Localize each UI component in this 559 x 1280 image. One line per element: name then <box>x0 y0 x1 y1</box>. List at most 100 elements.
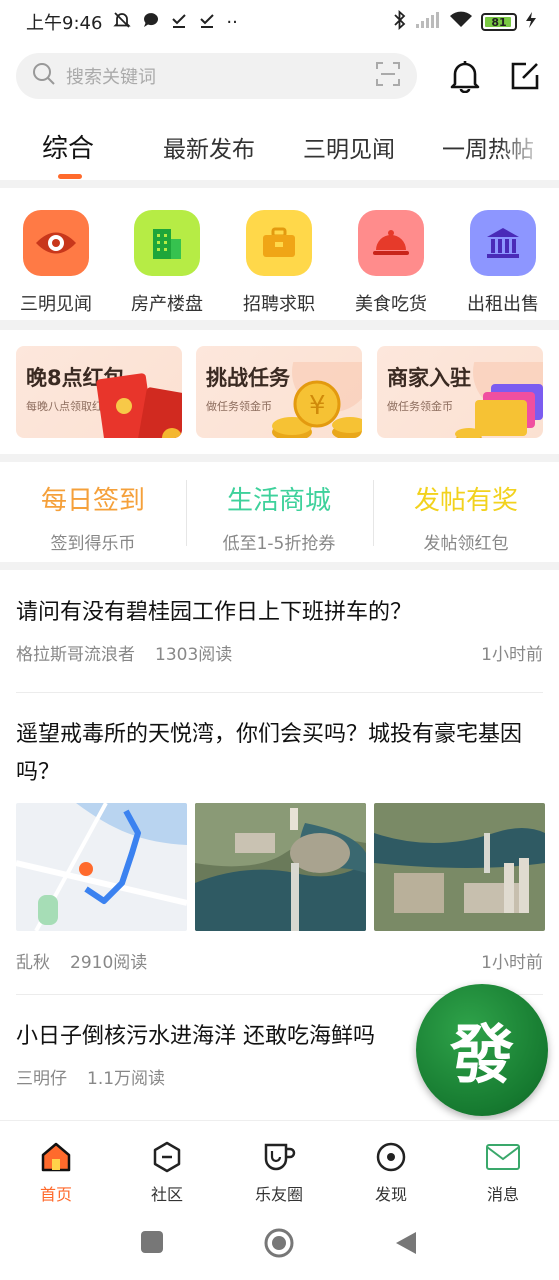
food-cloche-icon <box>358 210 424 276</box>
cards-icon <box>455 362 543 438</box>
bluetooth-icon <box>393 9 407 35</box>
category-jobs[interactable]: 招聘求职 <box>229 210 329 316</box>
cup-icon <box>229 1139 329 1175</box>
action-title: 每日签到 <box>40 486 145 516</box>
scan-icon[interactable] <box>375 61 401 92</box>
life-mall-button[interactable]: 生活商城 低至1-5折抢券 <box>186 480 372 554</box>
nav-label: 首页 <box>39 1185 72 1204</box>
search-icon <box>32 62 56 91</box>
promo-challenge-task[interactable]: 挑战任务 做任务领金币 ¥ <box>196 346 362 438</box>
category-label: 房产楼盘 <box>131 294 203 315</box>
post-image-gallery <box>16 803 545 931</box>
post-meta: 乱秋 2910阅读 1小时前 <box>16 948 543 973</box>
aerial-photo-thumbnail[interactable] <box>195 803 366 931</box>
tab-sanming-news[interactable]: 三明见闻 <box>303 130 395 164</box>
notification-bell-icon[interactable] <box>447 58 483 94</box>
edit-post-icon[interactable] <box>507 58 543 94</box>
action-subtitle: 发帖领红包 <box>423 534 509 554</box>
category-sanming-news[interactable]: 三明见闻 <box>6 210 106 316</box>
action-subtitle: 低至1-5折抢券 <box>222 534 336 554</box>
promo-cards: 晚8点红包 每晚八点领取红包 挑战任务 做任务领金币 ¥ 商家入驻 做任务领金币 <box>0 330 559 454</box>
list-item[interactable]: 遥望戒毒所的天悦湾，你们会买吗？城投有豪宅基因吗？ <box>16 716 543 792</box>
promo-red-packet[interactable]: 晚8点红包 每晚八点领取红包 <box>16 346 182 438</box>
wifi-icon <box>449 11 473 34</box>
post-title: 遥望戒毒所的天悦湾，你们会买吗？城投有豪宅基因吗？ <box>16 722 523 785</box>
tab-general[interactable]: 综合 <box>42 128 94 165</box>
quick-actions: 每日签到 签到得乐币 生活商城 低至1-5折抢券 发帖有奖 发帖领红包 <box>0 462 559 562</box>
post-time: 1小时前 <box>481 953 543 973</box>
search-placeholder: 搜索关键词 <box>66 67 156 88</box>
nav-messages[interactable]: 消息 <box>453 1139 553 1205</box>
category-food[interactable]: 美食吃货 <box>341 210 441 316</box>
nav-label: 发现 <box>374 1185 407 1204</box>
active-tab-indicator <box>58 174 82 179</box>
post-author[interactable]: 三明仔 <box>16 1064 67 1089</box>
category-real-estate[interactable]: 房产楼盘 <box>117 210 217 316</box>
gold-coins-icon: ¥ <box>272 362 362 438</box>
bottom-navigation: 首页 社区 乐友圈 发现 消息 <box>0 1120 559 1212</box>
download-done-icon <box>198 11 216 34</box>
category-label: 美食吃货 <box>355 294 427 315</box>
briefcase-icon <box>246 210 312 276</box>
nav-label: 消息 <box>486 1185 519 1204</box>
aerial-photo-thumbnail[interactable] <box>374 803 545 931</box>
post-read-count: 1.1万阅读 <box>87 1069 166 1089</box>
action-title: 生活商城 <box>226 486 331 516</box>
category-rent-sale[interactable]: 出租出售 <box>453 210 553 316</box>
nav-friends-circle[interactable]: 乐友圈 <box>229 1139 329 1205</box>
mute-bell-icon <box>112 10 132 35</box>
status-bar: 上午9:46 ·· 81 <box>0 0 559 44</box>
eye-icon <box>23 210 89 276</box>
category-label: 招聘求职 <box>243 294 315 315</box>
promo-merchant-join[interactable]: 商家入驻 做任务领金币 <box>377 346 543 438</box>
category-grid: 三明见闻 房产楼盘 招聘求职 美食吃货 出租出售 <box>0 188 559 320</box>
category-label: 三明见闻 <box>20 294 92 315</box>
back-button[interactable] <box>394 1230 418 1260</box>
post-reward-button[interactable]: 发帖有奖 发帖领红包 <box>373 480 559 554</box>
discover-icon <box>341 1139 441 1175</box>
post-title: 请问有没有碧桂园工作日上下班拼车的？ <box>16 600 413 625</box>
download-done-icon <box>170 11 188 34</box>
divider <box>16 692 543 693</box>
mail-icon <box>453 1139 553 1175</box>
publish-label: 發 <box>450 1018 514 1093</box>
red-envelope-icon <box>96 373 182 438</box>
battery-level: 81 <box>491 15 507 29</box>
post-time: 1小时前 <box>481 645 543 665</box>
search-input[interactable]: 搜索关键词 <box>16 53 418 99</box>
list-item[interactable]: 请问有没有碧桂园工作日上下班拼车的？ 格拉斯哥流浪者 1303阅读 1小时前 <box>16 594 543 665</box>
publish-post-button[interactable]: 發 <box>416 984 548 1116</box>
post-read-count: 2910阅读 <box>70 953 148 973</box>
nav-label: 乐友圈 <box>254 1185 303 1204</box>
post-author[interactable]: 乱秋 <box>16 948 50 973</box>
home-button[interactable] <box>263 1227 295 1263</box>
battery-icon: 81 <box>481 13 517 31</box>
category-label: 出租出售 <box>467 294 539 315</box>
nav-label: 社区 <box>150 1185 183 1204</box>
status-more: ·· <box>226 11 238 33</box>
svg-text:¥: ¥ <box>309 391 326 421</box>
top-header: 搜索关键词 <box>0 44 559 108</box>
post-read-count: 1303阅读 <box>155 645 233 665</box>
home-icon <box>6 1139 106 1175</box>
chat-bubble-icon <box>142 11 160 34</box>
building-icon <box>134 210 200 276</box>
action-title: 发帖有奖 <box>413 486 518 516</box>
action-subtitle: 签到得乐币 <box>50 534 136 554</box>
tab-fade <box>499 108 559 180</box>
map-thumbnail[interactable] <box>16 803 187 931</box>
nav-home[interactable]: 首页 <box>6 1139 106 1205</box>
status-time: 上午9:46 <box>26 13 103 34</box>
tab-latest[interactable]: 最新发布 <box>163 130 255 164</box>
nav-discover[interactable]: 发现 <box>341 1139 441 1205</box>
post-author[interactable]: 格拉斯哥流浪者 <box>16 640 135 665</box>
nav-community[interactable]: 社区 <box>117 1139 217 1205</box>
signal-icon <box>415 11 441 34</box>
charging-icon <box>525 11 537 34</box>
bank-icon <box>470 210 536 276</box>
system-navigation-bar <box>0 1212 559 1280</box>
category-tabs: 综合 最新发布 三明见闻 一周热帖 <box>0 108 559 180</box>
recent-apps-button[interactable] <box>140 1230 164 1258</box>
community-hexagon-icon <box>117 1139 217 1175</box>
daily-checkin-button[interactable]: 每日签到 签到得乐币 <box>0 480 186 554</box>
